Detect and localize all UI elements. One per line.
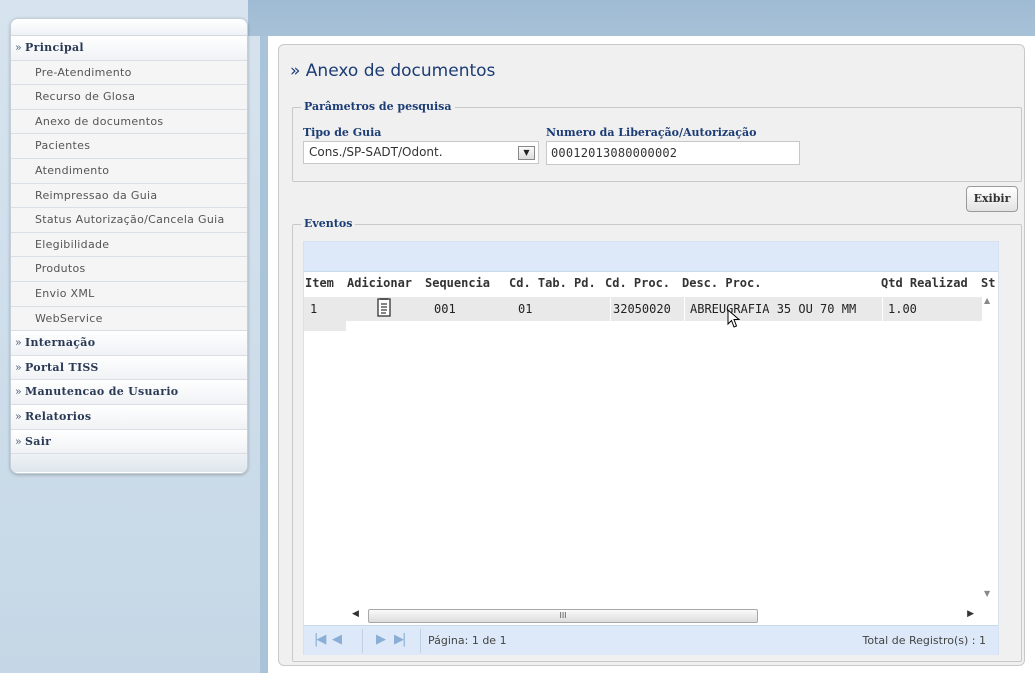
sidebar-item-label: Relatorios <box>25 409 92 423</box>
page-info: Página: 1 de 1 <box>428 634 507 647</box>
col-cd-proc[interactable]: Cd. Proc. <box>605 276 670 290</box>
sidebar-item-principal[interactable]: » Principal <box>11 36 247 61</box>
sidebar-item-manutencao-de-usuario[interactable]: » Manutencao de Usuario <box>11 380 247 405</box>
sidebar-item-status-autoriza-o-cancela-guia[interactable]: Status Autorização/Cancela Guia <box>11 208 247 233</box>
dropdown-arrow-icon[interactable]: ▼ <box>518 146 535 160</box>
scroll-down-icon[interactable]: ▼ <box>984 589 990 598</box>
double-chevron-icon: » <box>15 360 23 374</box>
sidebar-item-label: Atendimento <box>35 163 110 177</box>
cell-item: 1 <box>310 302 318 316</box>
sidebar-header <box>11 19 247 36</box>
next-page-icon[interactable]: ▶ <box>376 632 386 647</box>
grid-toolbar <box>304 242 998 272</box>
sidebar-item-label: WebService <box>35 311 103 325</box>
pager-separator <box>420 629 421 653</box>
double-chevron-icon: » <box>15 385 23 399</box>
sidebar-item-webservice[interactable]: WebService <box>11 306 247 332</box>
column-divider <box>610 297 611 321</box>
sidebar-item-label: Sair <box>25 434 52 448</box>
sidebar-item-reimpressao-da-guia[interactable]: Reimpressao da Guia <box>11 183 247 209</box>
sidebar-item-pre-atendimento[interactable]: Pre-Atendimento <box>11 60 247 86</box>
horizontal-scrollbar[interactable]: ◀ III ▶ <box>348 606 978 624</box>
tipo-guia-label: Tipo de Guia <box>303 126 382 139</box>
first-page-icon[interactable]: |◀ <box>314 632 326 647</box>
sidebar-item-produtos[interactable]: Produtos <box>11 257 247 282</box>
sidebar-item-label: Produtos <box>35 262 86 276</box>
add-document-icon[interactable] <box>375 298 393 321</box>
total-registros: Total de Registro(s) : 1 <box>862 634 986 647</box>
sidebar-item-anexo-de-documentos[interactable]: Anexo de documentos <box>11 109 247 135</box>
sidebar-item-label: Pre-Atendimento <box>35 65 132 79</box>
sidebar-item-label: Status Autorização/Cancela Guia <box>35 213 225 227</box>
cell-cd-proc: 32050020 <box>613 302 671 316</box>
page-title: » Anexo de documentos <box>290 61 496 81</box>
col-adicionar[interactable]: Adicionar <box>347 276 412 290</box>
eventos-grid: Item Adicionar Sequencia Cd. Tab. Pd. Cd… <box>303 241 999 655</box>
sidebar-footer <box>11 454 247 473</box>
column-divider <box>882 297 883 321</box>
sidebar-item-label: Principal <box>25 41 84 54</box>
sidebar-item-label: Anexo de documentos <box>35 114 164 128</box>
sidebar-item-label: Internação <box>25 336 96 350</box>
sidebar-item-envio-xml[interactable]: Envio XML <box>11 281 247 307</box>
last-page-icon[interactable]: ▶| <box>394 632 406 647</box>
sidebar-item-sair[interactable]: » Sair <box>11 429 247 455</box>
sidebar-item-portal-tiss[interactable]: » Portal TISS <box>11 355 247 381</box>
pager-bar: |◀ ◀ ▶ ▶| Página: 1 de 1 Total de Regist… <box>304 625 998 655</box>
cell-qtd: 1.00 <box>888 302 917 316</box>
double-chevron-icon: » <box>15 409 23 423</box>
sidebar-item-label: Reimpressao da Guia <box>35 188 158 202</box>
sidebar-item-atendimento[interactable]: Atendimento <box>11 158 247 184</box>
sidebar-list: » Principal Pre-Atendimento Recurso de Glos… <box>11 36 247 455</box>
col-item[interactable]: Item <box>305 276 334 290</box>
col-st[interactable]: St <box>981 276 995 290</box>
sidebar-item-label: Envio XML <box>35 286 95 300</box>
tipo-guia-select[interactable]: Cons./SP-SADT/Odont. ▼ <box>303 141 539 164</box>
mouse-cursor-icon <box>727 309 741 328</box>
main-panel: » Anexo de documentos Parâmetros de pesq… <box>268 36 1035 673</box>
prev-page-icon[interactable]: ◀ <box>332 632 342 647</box>
numero-liberacao-input[interactable]: 00012013080000002 <box>546 141 800 165</box>
sidebar-item-label: Pacientes <box>35 139 91 153</box>
scroll-right-icon[interactable]: ▶ <box>967 609 974 619</box>
scroll-up-icon[interactable]: ▲ <box>984 296 990 305</box>
table-row[interactable]: 1 001 01 32050020 ABREUGRAFIA 35 OU 70 M… <box>304 297 982 331</box>
sidebar-item-recurso-de-glosa[interactable]: Recurso de Glosa <box>11 85 247 110</box>
double-chevron-icon: » <box>15 41 23 54</box>
sidebar-item-relatorios[interactable]: » Relatorios <box>11 404 247 430</box>
search-legend: Parâmetros de pesquisa <box>301 100 455 113</box>
eventos-legend: Eventos <box>301 217 356 230</box>
cell-sequencia: 001 <box>434 302 456 316</box>
horizontal-scroll-thumb[interactable]: III <box>368 609 758 623</box>
numero-liberacao-label: Numero da Liberação/Autorização <box>546 126 757 139</box>
exibir-button[interactable]: Exibir <box>966 186 1018 212</box>
double-chevron-icon: » <box>15 336 23 350</box>
pager-separator <box>362 629 363 653</box>
content-panel: » Anexo de documentos Parâmetros de pesq… <box>278 44 1025 666</box>
sidebar-item-label: Elegibilidade <box>35 237 110 251</box>
top-strip <box>248 0 1035 36</box>
sidebar-item-label: Manutencao de Usuario <box>25 385 179 399</box>
column-divider <box>684 297 685 321</box>
sidebar-item-label: Recurso de Glosa <box>35 90 136 104</box>
sidebar-menu: » Principal Pre-Atendimento Recurso de Glos… <box>10 18 248 474</box>
sidebar-item-label: Portal TISS <box>25 360 99 374</box>
cell-desc-proc: ABREUGRAFIA 35 OU 70 MM <box>690 302 857 316</box>
scroll-left-icon[interactable]: ◀ <box>352 609 359 619</box>
cell-cd-tab: 01 <box>518 302 533 316</box>
col-desc-proc[interactable]: Desc. Proc. <box>682 276 761 290</box>
sidebar-item-pacientes[interactable]: Pacientes <box>11 134 247 159</box>
sidebar-item-elegibilidade[interactable]: Elegibilidade <box>11 232 247 258</box>
col-qtd-realizad[interactable]: Qtd Realizad <box>881 276 968 290</box>
double-chevron-icon: » <box>15 434 23 448</box>
sidebar-item-interna-o[interactable]: » Internação <box>11 331 247 356</box>
col-sequencia[interactable]: Sequencia <box>425 276 490 290</box>
search-fieldset: Parâmetros de pesquisa Tipo de Guia Cons… <box>292 100 1022 182</box>
vertical-scrollbar[interactable]: ▲ ▼ <box>980 294 998 600</box>
grid-header: Item Adicionar Sequencia Cd. Tab. Pd. Cd… <box>304 274 1000 294</box>
tipo-guia-value: Cons./SP-SADT/Odont. <box>309 145 443 159</box>
col-cd-tab-pd[interactable]: Cd. Tab. Pd. <box>509 276 596 290</box>
